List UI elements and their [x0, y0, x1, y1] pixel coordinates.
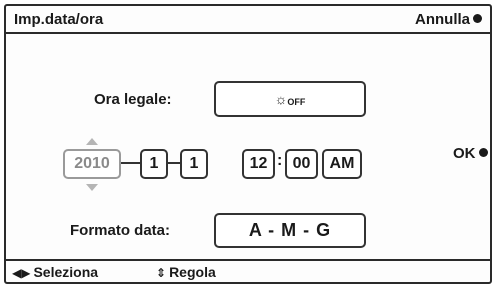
dst-selector[interactable]: ☼OFF [214, 81, 366, 117]
day-field[interactable]: 1 [180, 149, 208, 179]
ampm-field[interactable]: AM [322, 149, 362, 179]
dst-label: Ora legale: [94, 91, 172, 108]
time-colon: : [277, 152, 283, 169]
date-separator [168, 162, 180, 164]
up-down-arrows-icon: ⇕ [156, 266, 167, 280]
ok-button[interactable]: OK [453, 145, 488, 162]
footer-bar: ◀▶ Seleziona ⇕ Regola [6, 259, 490, 282]
minute-field[interactable]: 00 [285, 149, 318, 179]
month-field[interactable]: 1 [140, 149, 168, 179]
sun-dst-icon: ☼ [274, 91, 288, 107]
left-right-arrows-icon: ◀▶ [12, 266, 31, 280]
dialog-frame: Imp.data/ora Annulla Ora legale: ☼OFF 20… [4, 4, 492, 284]
decrease-arrow-icon[interactable] [86, 184, 98, 191]
date-separator [121, 162, 140, 164]
ok-dot-icon [478, 148, 488, 157]
header-bar: Imp.data/ora Annulla [6, 6, 490, 34]
select-hint: ◀▶ Seleziona [12, 264, 98, 280]
select-label: Seleziona [33, 264, 99, 280]
increase-arrow-icon[interactable] [86, 138, 98, 145]
date-format-selector[interactable]: A - M - G [214, 213, 366, 248]
hour-field[interactable]: 12 [242, 149, 275, 179]
ok-label: OK [453, 145, 476, 162]
cancel-label: Annulla [415, 11, 470, 28]
date-format-label: Formato data: [70, 222, 171, 239]
cancel-button[interactable]: Annulla [415, 11, 482, 28]
adjust-label: Regola [169, 264, 216, 280]
dst-off-value: OFF [287, 97, 306, 107]
year-field[interactable]: 2010 [63, 149, 121, 179]
page-title: Imp.data/ora [14, 11, 104, 28]
cancel-dot-icon [473, 14, 482, 23]
adjust-hint: ⇕ Regola [156, 264, 216, 280]
